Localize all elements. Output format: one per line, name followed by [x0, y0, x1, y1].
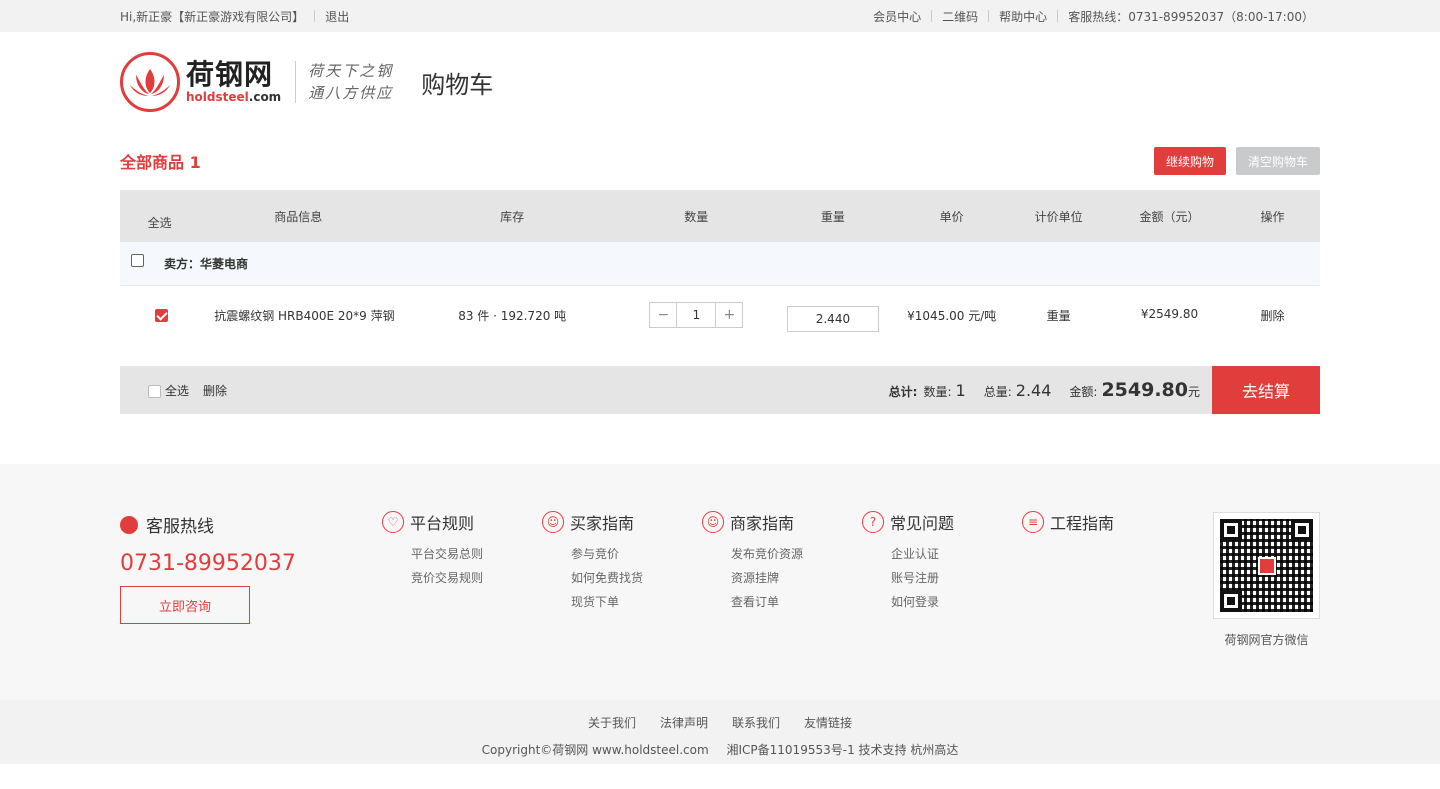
footer-column-buyer-guide: ☺ 买家指南 参与竞价 如何免费找货 现货下单	[542, 510, 643, 614]
table-row: 抗震螺纹钢 HRB400E 20*9 萍钢 83 件 · 192.720 吨 −…	[120, 286, 1320, 344]
footer-link[interactable]: 竞价交易规则	[411, 566, 483, 590]
footer: 客服热线 0731-89952037 立即咨询 ♡ 平台规则 平台交易总则 竞价交…	[0, 464, 1440, 700]
member-center-link[interactable]: 会员中心	[873, 8, 921, 25]
divider	[988, 10, 990, 22]
qr-code-icon	[1213, 512, 1320, 619]
minus-button[interactable]: −	[650, 303, 676, 327]
plus-button[interactable]: +	[716, 303, 742, 327]
total-amount: 2549.80	[1101, 379, 1188, 401]
footer-link[interactable]: 现货下单	[571, 590, 643, 614]
footer-link[interactable]: 如何登录	[891, 590, 954, 614]
qr-caption: 荷钢网官方微信	[1224, 633, 1309, 647]
footer-column-faq: ? 常见问题 企业认证 账号注册 如何登录	[862, 510, 954, 614]
footer-link[interactable]: 资源挂牌	[731, 566, 803, 590]
slogan: 荷天下之钢 通八方供应	[308, 62, 394, 102]
site-logo[interactable]: 荷钢网 holdsteel.com	[120, 52, 281, 112]
site-header: 荷钢网 holdsteel.com 荷天下之钢 通八方供应 购物车	[0, 32, 1440, 132]
hotline-text: 客服热线：0731-89952037（8:00-17:00）	[1068, 9, 1314, 24]
cart-count: 全部商品 1	[120, 153, 201, 172]
checkout-button[interactable]: 去结算	[1212, 366, 1320, 414]
divider	[1057, 10, 1059, 22]
item-amount: ¥2549.80	[1140, 307, 1199, 321]
currency-label: 元	[1187, 385, 1200, 399]
column-header: 库存	[500, 209, 525, 224]
footer-column-platform-rules: ♡ 平台规则 平台交易总则 竞价交易规则	[382, 510, 483, 590]
footer-link[interactable]: 平台交易总则	[411, 542, 483, 566]
column-header: 操作	[1260, 209, 1285, 224]
stock-text: 83 件 · 192.720 吨	[458, 308, 567, 323]
weight-input[interactable]: 2.440	[786, 306, 879, 332]
divider	[931, 10, 933, 22]
divider	[295, 61, 297, 103]
contact-link[interactable]: 联系我们	[732, 714, 780, 731]
footer-column-seller-guide: ☺ 商家指南 发布竞价资源 资源挂牌 查看订单	[702, 510, 803, 614]
icp-text: 湘ICP备11019553号-1 技术支持 杭州高达	[726, 743, 959, 757]
hotline-number: 0731-89952037	[120, 551, 296, 576]
product-name[interactable]: 抗震螺纹钢 HRB400E 20*9 萍钢	[199, 307, 397, 324]
footer-bottom: 关于我们 法律声明 联系我们 友情链接 Copyright©荷钢网 www.ho…	[0, 700, 1440, 764]
unit-price: ¥1045.00 元/吨	[907, 308, 997, 323]
column-header: 金额（元）	[1139, 209, 1200, 224]
logo-wordmark: 荷钢网	[186, 58, 274, 91]
headset-icon	[120, 515, 138, 534]
consult-button[interactable]: 立即咨询	[120, 586, 250, 624]
footer-link[interactable]: 企业认证	[891, 542, 954, 566]
legal-link[interactable]: 法律声明	[660, 714, 708, 731]
logout-link[interactable]: 退出	[325, 8, 349, 25]
summary-bar: 全选 删除 总计: 数量: 1 总量: 2.44 金额: 2549.80 元 去…	[120, 366, 1320, 414]
column-header: 数量	[684, 209, 709, 224]
quantity-input[interactable]: 1	[676, 303, 717, 327]
question-icon: ?	[862, 511, 884, 533]
qty-label: 数量:	[923, 384, 952, 399]
seller-icon: ☺	[702, 511, 724, 533]
column-header: 重量	[820, 209, 845, 224]
continue-shopping-button[interactable]: 继续购物	[1153, 147, 1226, 175]
footer-link[interactable]: 如何免费找货	[571, 566, 643, 590]
seller-row: 卖方：华菱电商	[120, 242, 1320, 286]
page-title: 购物车	[421, 70, 494, 99]
divider	[314, 10, 316, 22]
document-icon: ≡	[1022, 511, 1044, 533]
greeting-text: Hi,新正豪【新正豪游戏有限公司】	[120, 9, 305, 24]
about-link[interactable]: 关于我们	[588, 714, 636, 731]
top-bar: Hi,新正豪【新正豪游戏有限公司】 退出 会员中心 二维码 帮助中心 客服热线：…	[0, 0, 1440, 32]
column-header: 计价单位	[1034, 209, 1083, 224]
column-header: 全选	[147, 215, 172, 230]
column-header: 商品信息	[274, 209, 323, 224]
footer-link[interactable]: 参与竞价	[571, 542, 643, 566]
amount-label: 金额:	[1069, 385, 1098, 399]
clear-cart-button[interactable]: 清空购物车	[1235, 147, 1320, 175]
total-quantity: 1	[955, 380, 966, 400]
delete-selected-link[interactable]: 删除	[203, 382, 227, 399]
footer-link[interactable]: 账号注册	[891, 566, 954, 590]
copyright-text: Copyright©荷钢网 www.holdsteel.com	[481, 743, 709, 757]
pricing-unit: 重量	[1046, 308, 1071, 323]
weight-label: 总量:	[983, 384, 1012, 399]
item-checkbox[interactable]	[155, 308, 169, 322]
select-all-checkbox[interactable]	[148, 384, 161, 398]
wechat-qr: 荷钢网官方微信	[1213, 512, 1320, 648]
select-all-label[interactable]: 全选	[165, 382, 189, 399]
qrcode-link[interactable]: 二维码	[942, 8, 978, 25]
seller-name: 卖方：华菱电商	[164, 257, 249, 271]
column-header: 单价	[939, 209, 964, 224]
help-center-link[interactable]: 帮助中心	[999, 8, 1047, 25]
lotus-logo-icon	[120, 52, 180, 112]
footer-link[interactable]: 发布竞价资源	[731, 542, 803, 566]
total-weight: 2.44	[1015, 380, 1052, 400]
quantity-stepper: − 1 +	[649, 302, 744, 328]
seller-checkbox[interactable]	[131, 254, 144, 267]
delete-item-link[interactable]: 删除	[1260, 309, 1284, 323]
footer-column-engineering-guide: ≡ 工程指南	[1022, 510, 1114, 534]
shield-icon: ♡	[382, 511, 404, 533]
total-label: 总计:	[888, 384, 918, 399]
footer-hotline: 客服热线 0731-89952037 立即咨询	[120, 512, 296, 624]
footer-link[interactable]: 查看订单	[731, 590, 803, 614]
buyer-icon: ☺	[542, 511, 564, 533]
friend-links[interactable]: 友情链接	[804, 714, 852, 731]
cart-table-header: 全选 商品信息 库存 数量 重量 单价 计价单位 金额（元） 操作	[120, 190, 1320, 242]
logo-domain: holdsteel.com	[186, 90, 282, 104]
